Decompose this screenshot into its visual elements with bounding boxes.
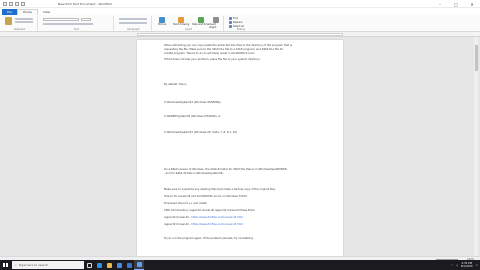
windows-logo-icon <box>3 262 8 268</box>
taskbar-edge[interactable] <box>94 260 104 270</box>
font-group: Font <box>40 16 114 31</box>
ribbon: Clipboard Font Paragraph Picture Paint d… <box>0 15 480 32</box>
taskbar-mail[interactable] <box>124 260 134 270</box>
taskbar-wordpad[interactable] <box>134 260 144 270</box>
paint-drawing-button[interactable]: Paint drawing <box>173 17 189 26</box>
scrollbar-thumb[interactable] <box>474 45 478 71</box>
taskbar-explorer[interactable] <box>104 260 114 270</box>
wordpad-icon <box>136 262 142 267</box>
date-time-label: Date and time <box>192 23 210 26</box>
date-time-button[interactable]: Date and time <box>192 17 209 26</box>
clock-date: 8/1/2020 <box>460 265 473 268</box>
replace-button[interactable]: Replace <box>229 21 242 24</box>
taskbar: ⌕ Type here to search ◠ ◁ 4:35 PM 8/1/20… <box>0 260 480 270</box>
minimize-button[interactable]: – <box>432 0 448 8</box>
doc-line: , and for 64bit dll files C:\Windows\Sys… <box>164 172 224 175</box>
align-buttons[interactable] <box>119 22 147 24</box>
clock[interactable]: 4:35 PM 8/1/2020 <box>461 262 473 268</box>
taskbar-search[interactable]: ⌕ Type here to search <box>12 261 84 269</box>
find-button[interactable]: Find <box>229 17 238 20</box>
search-placeholder: Type here to search <box>18 263 49 267</box>
search-icon: ⌕ <box>15 263 17 267</box>
undo-icon[interactable] <box>15 2 19 6</box>
cut-button[interactable] <box>15 18 33 20</box>
insert-group: Picture Paint drawing Date and time Inse… <box>154 16 224 31</box>
doc-line: Download Visual C++ and install <box>164 202 207 205</box>
taskbar-store[interactable] <box>114 260 124 270</box>
doc-line: Try to run the program again. If the pro… <box>164 237 254 240</box>
tab-home[interactable]: Home <box>17 8 38 15</box>
editing-group: Find Replace Select all Editing <box>226 16 256 31</box>
font-family-select[interactable] <box>43 18 79 21</box>
window-title: New Rich Text Document - WordPad <box>58 2 112 6</box>
doc-line: If that does not help your problem, plac… <box>164 58 261 61</box>
doc-line: a 64bit program. Failure to do so will l… <box>164 52 256 55</box>
vertical-scrollbar[interactable] <box>474 37 478 256</box>
clipboard-group: Clipboard <box>2 16 38 31</box>
doc-line: CMD Command(s): regsvr32 Unreal.dll regs… <box>164 209 255 212</box>
mail-icon <box>126 262 132 268</box>
editing-group-label: Editing <box>236 28 246 31</box>
folder-icon <box>106 262 112 268</box>
start-button[interactable] <box>0 260 11 270</box>
picture-label: Picture <box>158 23 167 26</box>
ruler <box>0 32 480 37</box>
volume-icon[interactable]: ◁ <box>456 264 458 267</box>
insert-group-label: Insert <box>185 28 192 31</box>
doc-line: regsvr32 Unreal.dll - https://www.dll-fi… <box>164 216 243 219</box>
paste-button[interactable] <box>5 17 12 25</box>
tab-file[interactable]: File <box>2 8 18 15</box>
paste-icon <box>5 17 12 25</box>
doc-text: regsvr32 Unreal.dll <box>164 223 189 226</box>
doc-line: C:\WINNT\System32 (Windows NT/2000), or <box>164 115 221 118</box>
copy-button[interactable] <box>15 21 33 23</box>
indent-buttons[interactable] <box>119 18 147 20</box>
doc-line: How to fix Unreal.dll and 0xc000007b err… <box>164 195 248 198</box>
font-group-label: Font <box>73 28 80 31</box>
doc-text: regsvr32 Unreal.dll <box>164 216 189 219</box>
close-button[interactable]: ✕ <box>464 0 480 8</box>
find-label: Find <box>233 17 238 20</box>
tab-view[interactable]: View <box>38 9 55 15</box>
maximize-button[interactable]: □ <box>448 0 464 8</box>
doc-line: C:\Windows\System32 (Windows XP, Vista, … <box>164 131 238 134</box>
download-link[interactable]: https://www.dll-files.com/unreal.dll.htm… <box>191 216 243 219</box>
doc-line: By default, this is <box>164 83 187 86</box>
ribbon-tabs: File Home View <box>0 8 480 15</box>
ruler-scale[interactable] <box>137 33 343 36</box>
replace-label: Replace <box>233 21 243 24</box>
edge-icon <box>96 262 102 268</box>
doc-line: When extracting you can copy paste the e… <box>164 44 293 47</box>
document-page[interactable]: When extracting you can copy paste the e… <box>137 40 343 259</box>
paint-drawing-label: Paint drawing <box>173 23 190 26</box>
task-view-icon <box>86 262 92 268</box>
clipboard-group-label: Clipboard <box>13 28 26 31</box>
doc-line: regsvr32 Unreal.dll - https://www.dll-fi… <box>164 223 243 226</box>
system-tray: ◠ ◁ 4:35 PM 8/1/2020 ▭ <box>451 260 478 270</box>
font-size-select[interactable] <box>81 18 91 21</box>
find-icon <box>229 17 232 20</box>
doc-line: C:\Windows\System32 (Windows 95/98/Me), <box>164 101 222 104</box>
network-icon[interactable]: ◠ <box>451 264 453 267</box>
picture-button[interactable]: Picture <box>158 17 166 26</box>
paragraph-group-label: Paragraph <box>127 28 140 31</box>
wordpad-app-icon <box>3 2 7 6</box>
redo-icon[interactable] <box>21 2 25 6</box>
doc-line: requesting the file. Make sure to the 32… <box>164 48 284 51</box>
save-icon[interactable] <box>9 2 13 6</box>
title-bar: New Rich Text Document - WordPad – □ ✕ <box>0 0 480 8</box>
doc-line: Make sure to overwrite any existing file… <box>164 188 276 191</box>
replace-icon <box>229 21 232 24</box>
notification-icon[interactable]: ▭ <box>476 264 478 267</box>
task-view-button[interactable] <box>84 260 94 270</box>
store-icon <box>116 262 122 268</box>
font-format-buttons[interactable] <box>43 23 93 25</box>
paragraph-group: Paragraph <box>116 16 152 31</box>
doc-line: On a 64bit version of Windows, the defau… <box>164 168 288 171</box>
download-link[interactable]: https://www.dll-files.com/unreal.dll.htm… <box>191 223 243 226</box>
quick-access-toolbar <box>3 1 25 7</box>
